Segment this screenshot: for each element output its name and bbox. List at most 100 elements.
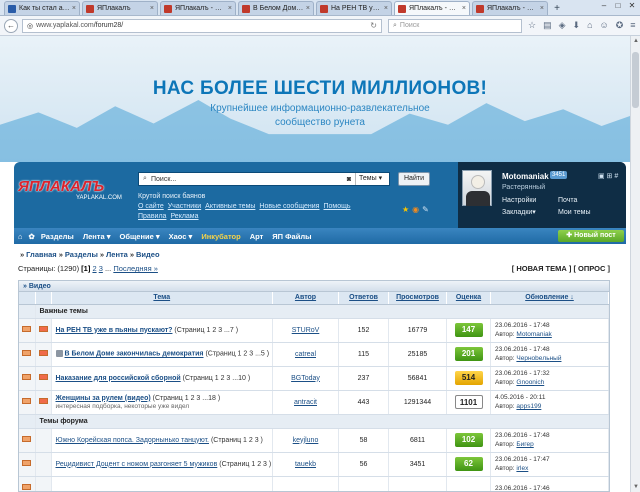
scroll-thumb[interactable] [632, 52, 639, 108]
user-link[interactable]: Почта [558, 195, 614, 207]
menu-item[interactable]: ЯП Файлы [272, 232, 311, 241]
vertical-scrollbar[interactable]: ▲ ▼ [630, 36, 640, 492]
topic-author[interactable]: BGToday [272, 366, 339, 391]
menu-item[interactable]: Разделы [41, 232, 74, 241]
column-header[interactable]: Автор [272, 292, 339, 305]
close-icon[interactable]: ✕ [626, 1, 638, 11]
address-bar[interactable]: ◎ www.yaplakal.com /forum28/ ↻ [22, 18, 382, 33]
browser-tab[interactable]: Как ты стал атеистом× [4, 1, 80, 15]
search-scope-select[interactable]: Темы ▾ [355, 173, 389, 185]
topic-title-link[interactable]: Наказание для российской сборной [56, 375, 181, 382]
last-author-link[interactable]: Бигер [516, 441, 533, 448]
browser-tab[interactable]: ЯПлакалъ - Раздел...× [394, 1, 470, 15]
browser-tab[interactable]: ЯПлакалъ × [82, 1, 158, 15]
topic-author[interactable]: catreal [272, 342, 339, 367]
close-icon[interactable]: × [384, 5, 388, 12]
avatar[interactable] [462, 170, 492, 206]
topic-title-link[interactable]: В Белом Доме закончилась демократия [65, 351, 204, 358]
star-icon[interactable]: ★ [402, 205, 409, 214]
close-icon[interactable]: × [228, 5, 232, 12]
close-icon[interactable]: × [150, 5, 154, 12]
browser-tab[interactable]: На РЕН ТВ уже в пья...× [316, 1, 392, 15]
close-icon[interactable]: × [540, 5, 544, 12]
topic-title-link[interactable]: Южно Корейская попса. Задорнынько танцую… [56, 437, 209, 444]
column-header[interactable]: Тема [51, 292, 273, 305]
topic-author[interactable]: keyjluno [272, 428, 339, 453]
rating-badge[interactable]: 201 [454, 347, 483, 361]
cat-icon[interactable]: ✿ [29, 232, 35, 241]
breadcrumb-item[interactable]: Видео [136, 250, 160, 259]
breadcrumb-item[interactable]: Главная [26, 250, 57, 259]
user-link[interactable]: Мои темы [558, 207, 614, 219]
topic-pages[interactable]: (Страниц 1 2 3 ...18 ) [153, 395, 221, 402]
rating-badge[interactable]: 1101 [454, 395, 483, 409]
menu-item[interactable]: Хаос ▾ [169, 232, 193, 241]
pagination-last[interactable]: Последняя » [113, 264, 158, 273]
back-button[interactable]: ← [4, 18, 18, 33]
last-author-link[interactable]: Gnoonich [516, 379, 544, 386]
header-link[interactable]: Новые сообщения [259, 203, 319, 210]
browser-tab[interactable]: В Белом Доме закон...× [238, 1, 314, 15]
topic-pages[interactable]: (Страниц 1 2 3 ...7 ) [174, 327, 238, 334]
breadcrumb-item[interactable]: Разделы [65, 250, 98, 259]
user-extra-icons[interactable]: ▣ ⊞ # [598, 172, 618, 180]
download-icon[interactable]: ⬇ [573, 20, 581, 31]
pagination-link[interactable]: 2 [92, 264, 96, 273]
scroll-down-icon[interactable]: ▼ [631, 482, 640, 492]
topic-pages[interactable]: (Страниц 1 2 3 ) [219, 461, 271, 468]
header-link[interactable]: Активные темы [205, 203, 255, 210]
rating-badge[interactable]: 514 [454, 371, 483, 385]
topic-title-link[interactable]: Женщины за рулем (видео) [56, 395, 151, 402]
user-link[interactable]: Закладки▾ [502, 207, 558, 219]
last-author-link[interactable]: irlex [516, 465, 528, 472]
column-header[interactable]: Обновление ↓ [490, 292, 609, 305]
home-icon[interactable]: ⌂ [18, 232, 23, 241]
site-logo[interactable]: ЯПЛАКАЛЪ YAPLAKAL.COM [18, 178, 134, 214]
menu-item[interactable]: Инкубатор [201, 232, 240, 241]
chat-icon[interactable]: ☺ [600, 20, 609, 31]
header-link[interactable]: Реклама [170, 213, 198, 220]
close-icon[interactable]: × [306, 5, 310, 12]
home-icon[interactable]: ⌂ [587, 20, 592, 31]
header-link[interactable]: Участники [168, 203, 201, 210]
new-tab-button[interactable]: + [550, 3, 564, 15]
reload-icon[interactable]: ↻ [370, 21, 377, 30]
menu-icon[interactable]: ≡ [630, 20, 635, 31]
minimize-icon[interactable]: – [598, 1, 610, 11]
topic-author[interactable] [272, 476, 339, 491]
topic-author[interactable]: antracit [272, 390, 339, 415]
browser-tab[interactable]: ЯПлакалъ - Разделы× [160, 1, 236, 15]
header-link[interactable]: О сайте [138, 203, 164, 210]
topic-title-link[interactable]: Рецидивист Доцент с ножом разгоняет 5 му… [56, 461, 218, 468]
rating-badge[interactable]: 147 [454, 323, 483, 337]
reading-list-icon[interactable]: ▤ [543, 20, 552, 31]
camera-icon[interactable]: ◙ [343, 176, 355, 183]
extension-icon[interactable]: ✪ [616, 20, 624, 31]
breadcrumb-item[interactable]: Лента [106, 250, 128, 259]
close-icon[interactable]: × [72, 5, 76, 12]
last-author-link[interactable]: Motomaniak [516, 331, 551, 338]
last-author-link[interactable]: Черноbeльный [516, 355, 561, 362]
header-link[interactable]: Помощь [323, 203, 350, 210]
rss-icon[interactable]: ◉ [412, 205, 419, 214]
topic-author[interactable]: tauekb [272, 452, 339, 477]
column-header[interactable]: Ответов [338, 292, 389, 305]
site-search-input[interactable]: ⌕ Поиск... ◙ Темы ▾ [138, 172, 390, 186]
menu-item[interactable]: Арт [250, 232, 264, 241]
scroll-up-icon[interactable]: ▲ [631, 36, 640, 46]
topic-pages[interactable]: (Страниц 1 2 3 ...10 ) [183, 375, 251, 382]
last-author-link[interactable]: apps199 [516, 403, 541, 410]
topic-actions[interactable]: [ НОВАЯ ТЕМА ] [ ОПРОС ] [512, 264, 610, 273]
header-link[interactable]: Правила [138, 213, 166, 220]
user-link[interactable]: Настройки [502, 195, 558, 207]
rating-badge[interactable]: 102 [454, 433, 483, 447]
topic-pages[interactable]: (Страниц 1 2 3 ...5 ) [205, 351, 269, 358]
topic-pages[interactable]: (Страниц 1 2 3 ) [211, 437, 263, 444]
menu-item[interactable]: Общение ▾ [119, 232, 159, 241]
topic-author[interactable]: STURoV [272, 318, 339, 343]
topic-title-link[interactable]: На РЕН ТВ уже в пьяны пускают? [56, 327, 173, 334]
close-icon[interactable]: × [462, 5, 466, 12]
pen-icon[interactable]: ✎ [422, 205, 429, 214]
bookmark-star-icon[interactable]: ☆ [528, 20, 536, 31]
shield-icon[interactable]: ◈ [559, 20, 566, 31]
